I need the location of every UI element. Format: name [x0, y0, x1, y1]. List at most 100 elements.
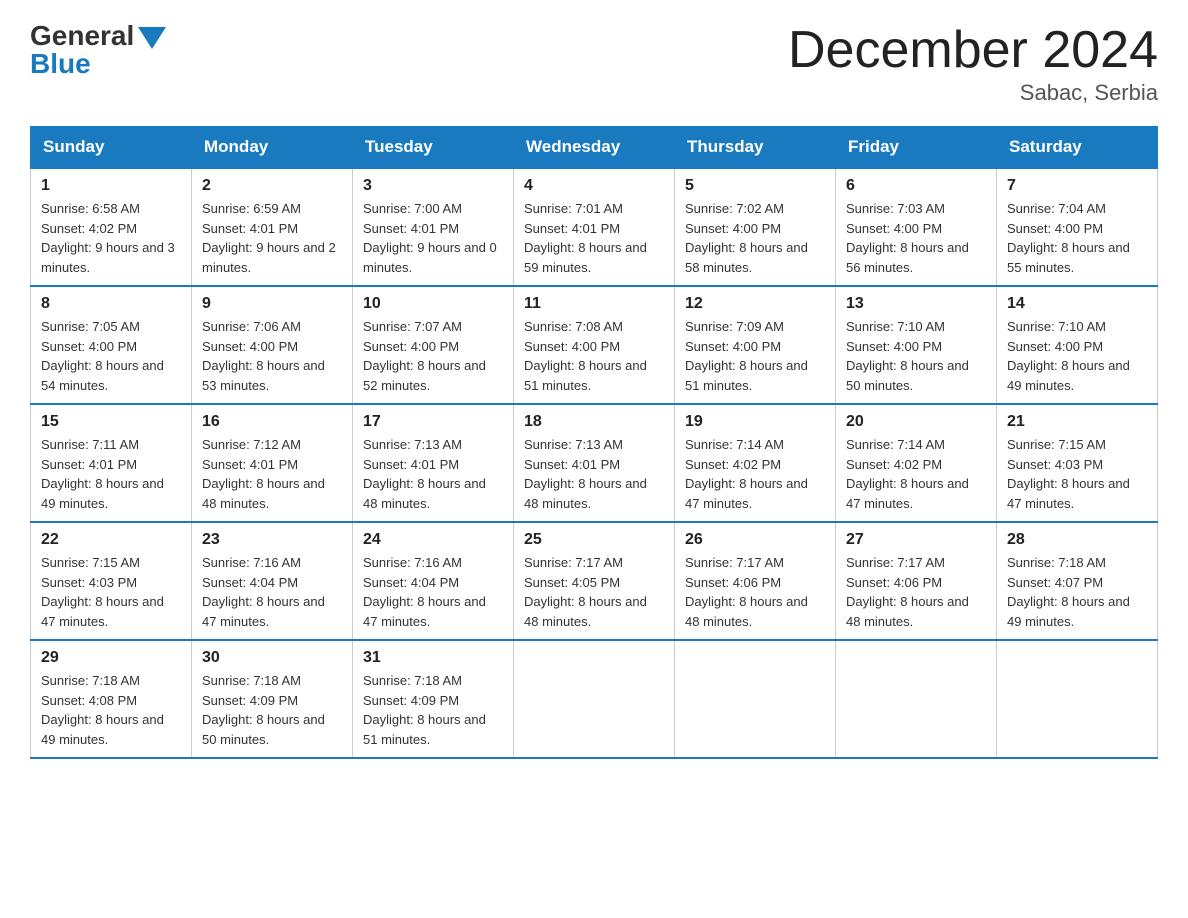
day-number: 5 — [685, 177, 825, 195]
calendar-table: SundayMondayTuesdayWednesdayThursdayFrid… — [30, 126, 1158, 759]
day-info: Sunrise: 7:05 AMSunset: 4:00 PMDaylight:… — [41, 317, 181, 395]
day-number: 30 — [202, 649, 342, 667]
day-number: 23 — [202, 531, 342, 549]
calendar-cell: 8Sunrise: 7:05 AMSunset: 4:00 PMDaylight… — [31, 286, 192, 404]
col-header-sunday: Sunday — [31, 127, 192, 169]
day-number: 21 — [1007, 413, 1147, 431]
day-number: 16 — [202, 413, 342, 431]
calendar-cell — [675, 640, 836, 758]
calendar-cell: 15 Sunrise: 7:11 AMSunset: 4:01 PMDayligh… — [31, 404, 192, 522]
calendar-cell: 21 Sunrise: 7:15 AMSunset: 4:03 PMDayligh… — [997, 404, 1158, 522]
day-number: 14 — [1007, 295, 1147, 313]
title-block: December 2024 Sabac, Serbia — [788, 20, 1158, 106]
day-number: 15 — [41, 413, 181, 431]
day-info: Sunrise: 7:06 AMSunset: 4:00 PMDaylight:… — [202, 317, 342, 395]
calendar-cell: 12 Sunrise: 7:09 AMSunset: 4:00 PMDayligh… — [675, 286, 836, 404]
day-number: 29 — [41, 649, 181, 667]
col-header-monday: Monday — [192, 127, 353, 169]
day-number: 12 — [685, 295, 825, 313]
day-info: Sunrise: 7:13 AMSunset: 4:01 PMDaylight:… — [363, 435, 503, 513]
day-info: Sunrise: 7:12 AMSunset: 4:01 PMDaylight:… — [202, 435, 342, 513]
day-number: 19 — [685, 413, 825, 431]
day-info: Sunrise: 7:17 AMSunset: 4:05 PMDaylight:… — [524, 553, 664, 631]
calendar-cell: 19 Sunrise: 7:14 AMSunset: 4:02 PMDayligh… — [675, 404, 836, 522]
calendar-cell: 30 Sunrise: 7:18 AMSunset: 4:09 PMDayligh… — [192, 640, 353, 758]
calendar-cell: 4 Sunrise: 7:01 AMSunset: 4:01 PMDaylight… — [514, 168, 675, 286]
logo-blue-text: Blue — [30, 48, 91, 80]
calendar-cell: 2 Sunrise: 6:59 AMSunset: 4:01 PMDaylight… — [192, 168, 353, 286]
calendar-cell: 29 Sunrise: 7:18 AMSunset: 4:08 PMDayligh… — [31, 640, 192, 758]
page-header: General Blue December 2024 Sabac, Serbia — [30, 20, 1158, 106]
col-header-friday: Friday — [836, 127, 997, 169]
calendar-cell: 7 Sunrise: 7:04 AMSunset: 4:00 PMDaylight… — [997, 168, 1158, 286]
calendar-cell: 28 Sunrise: 7:18 AMSunset: 4:07 PMDayligh… — [997, 522, 1158, 640]
calendar-cell: 9 Sunrise: 7:06 AMSunset: 4:00 PMDaylight… — [192, 286, 353, 404]
calendar-cell: 25 Sunrise: 7:17 AMSunset: 4:05 PMDayligh… — [514, 522, 675, 640]
day-number: 20 — [846, 413, 986, 431]
day-number: 10 — [363, 295, 503, 313]
day-info: Sunrise: 7:13 AMSunset: 4:01 PMDaylight:… — [524, 435, 664, 513]
day-info: Sunrise: 7:08 AMSunset: 4:00 PMDaylight:… — [524, 317, 664, 395]
calendar-cell: 13 Sunrise: 7:10 AMSunset: 4:00 PMDayligh… — [836, 286, 997, 404]
day-number: 6 — [846, 177, 986, 195]
day-info: Sunrise: 7:15 AMSunset: 4:03 PMDaylight:… — [1007, 435, 1147, 513]
calendar-cell: 1 Sunrise: 6:58 AMSunset: 4:02 PMDaylight… — [31, 168, 192, 286]
day-number: 3 — [363, 177, 503, 195]
day-number: 24 — [363, 531, 503, 549]
day-number: 17 — [363, 413, 503, 431]
day-number: 18 — [524, 413, 664, 431]
calendar-cell: 27Sunrise: 7:17 AMSunset: 4:06 PMDayligh… — [836, 522, 997, 640]
day-info: Sunrise: 7:14 AMSunset: 4:02 PMDaylight:… — [685, 435, 825, 513]
day-info: Sunrise: 7:00 AMSunset: 4:01 PMDaylight:… — [363, 199, 503, 277]
calendar-week-3: 15 Sunrise: 7:11 AMSunset: 4:01 PMDayligh… — [31, 404, 1158, 522]
col-header-wednesday: Wednesday — [514, 127, 675, 169]
month-title: December 2024 — [788, 20, 1158, 80]
day-number: 25 — [524, 531, 664, 549]
day-info: Sunrise: 7:01 AMSunset: 4:01 PMDaylight:… — [524, 199, 664, 277]
calendar-cell: 22Sunrise: 7:15 AMSunset: 4:03 PMDayligh… — [31, 522, 192, 640]
day-info: Sunrise: 7:16 AMSunset: 4:04 PMDaylight:… — [363, 553, 503, 631]
day-info: Sunrise: 7:03 AMSunset: 4:00 PMDaylight:… — [846, 199, 986, 277]
day-number: 9 — [202, 295, 342, 313]
calendar-week-4: 22Sunrise: 7:15 AMSunset: 4:03 PMDayligh… — [31, 522, 1158, 640]
day-info: Sunrise: 7:07 AMSunset: 4:00 PMDaylight:… — [363, 317, 503, 395]
calendar-cell: 24 Sunrise: 7:16 AMSunset: 4:04 PMDayligh… — [353, 522, 514, 640]
day-info: Sunrise: 7:10 AMSunset: 4:00 PMDaylight:… — [1007, 317, 1147, 395]
calendar-body: 1 Sunrise: 6:58 AMSunset: 4:02 PMDaylight… — [31, 168, 1158, 758]
day-number: 2 — [202, 177, 342, 195]
day-number: 13 — [846, 295, 986, 313]
col-header-saturday: Saturday — [997, 127, 1158, 169]
day-info: Sunrise: 7:17 AMSunset: 4:06 PMDaylight:… — [685, 553, 825, 631]
calendar-cell: 6 Sunrise: 7:03 AMSunset: 4:00 PMDaylight… — [836, 168, 997, 286]
calendar-cell — [836, 640, 997, 758]
day-info: Sunrise: 7:04 AMSunset: 4:00 PMDaylight:… — [1007, 199, 1147, 277]
calendar-cell: 3 Sunrise: 7:00 AMSunset: 4:01 PMDaylight… — [353, 168, 514, 286]
day-info: Sunrise: 7:10 AMSunset: 4:00 PMDaylight:… — [846, 317, 986, 395]
day-info: Sunrise: 6:58 AMSunset: 4:02 PMDaylight:… — [41, 199, 181, 277]
day-info: Sunrise: 7:18 AMSunset: 4:08 PMDaylight:… — [41, 671, 181, 749]
day-info: Sunrise: 7:18 AMSunset: 4:07 PMDaylight:… — [1007, 553, 1147, 631]
calendar-cell: 17 Sunrise: 7:13 AMSunset: 4:01 PMDayligh… — [353, 404, 514, 522]
calendar-cell: 16 Sunrise: 7:12 AMSunset: 4:01 PMDayligh… — [192, 404, 353, 522]
day-info: Sunrise: 7:18 AMSunset: 4:09 PMDaylight:… — [202, 671, 342, 749]
day-info: Sunrise: 7:11 AMSunset: 4:01 PMDaylight:… — [41, 435, 181, 513]
day-number: 11 — [524, 295, 664, 313]
logo-triangle-icon — [138, 27, 166, 49]
day-info: Sunrise: 7:02 AMSunset: 4:00 PMDaylight:… — [685, 199, 825, 277]
calendar-cell: 23 Sunrise: 7:16 AMSunset: 4:04 PMDayligh… — [192, 522, 353, 640]
calendar-week-2: 8Sunrise: 7:05 AMSunset: 4:00 PMDaylight… — [31, 286, 1158, 404]
day-info: Sunrise: 6:59 AMSunset: 4:01 PMDaylight:… — [202, 199, 342, 277]
calendar-cell — [514, 640, 675, 758]
day-number: 22 — [41, 531, 181, 549]
day-number: 1 — [41, 177, 181, 195]
day-info: Sunrise: 7:16 AMSunset: 4:04 PMDaylight:… — [202, 553, 342, 631]
col-header-thursday: Thursday — [675, 127, 836, 169]
calendar-header: SundayMondayTuesdayWednesdayThursdayFrid… — [31, 127, 1158, 169]
day-number: 7 — [1007, 177, 1147, 195]
day-number: 28 — [1007, 531, 1147, 549]
calendar-cell: 18 Sunrise: 7:13 AMSunset: 4:01 PMDayligh… — [514, 404, 675, 522]
day-header-row: SundayMondayTuesdayWednesdayThursdayFrid… — [31, 127, 1158, 169]
day-info: Sunrise: 7:09 AMSunset: 4:00 PMDaylight:… — [685, 317, 825, 395]
calendar-cell: 26Sunrise: 7:17 AMSunset: 4:06 PMDayligh… — [675, 522, 836, 640]
day-number: 4 — [524, 177, 664, 195]
